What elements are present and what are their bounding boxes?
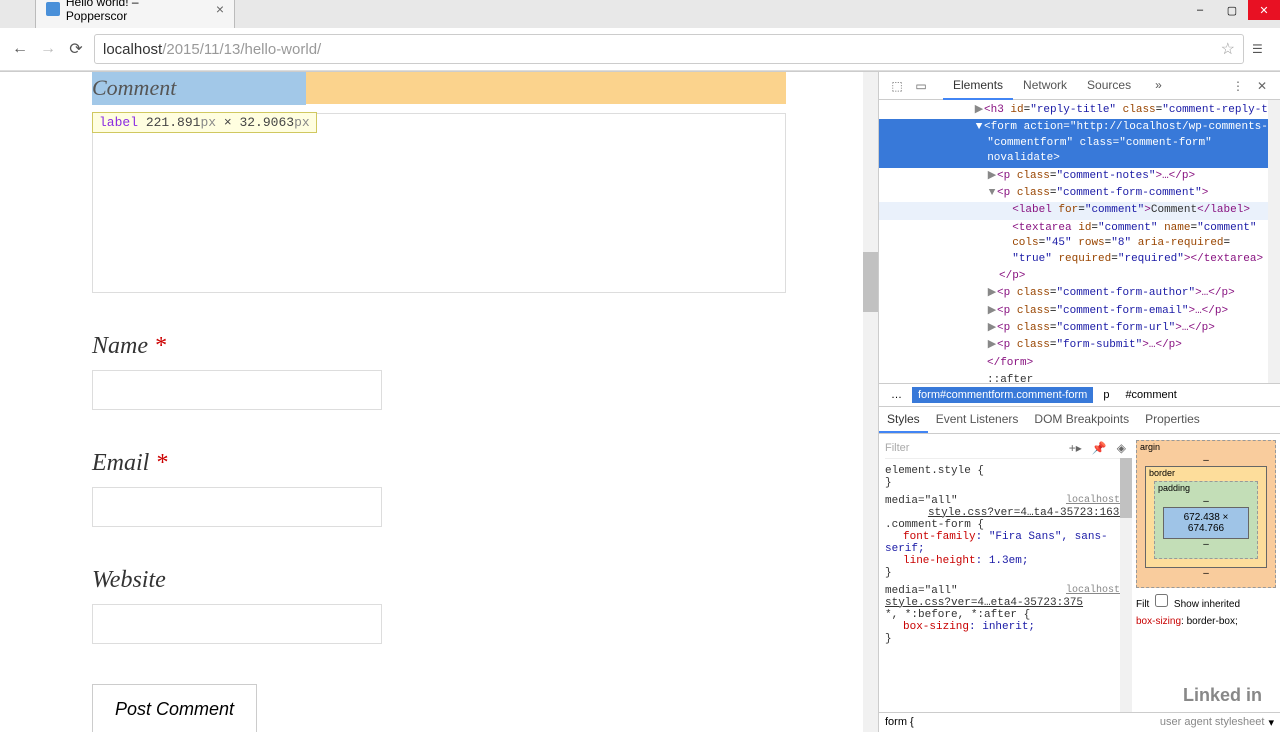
tab-dom-breakpoints[interactable]: DOM Breakpoints (1026, 407, 1137, 433)
new-style-rule-icon[interactable]: +▸ (1069, 441, 1082, 455)
breadcrumb-p[interactable]: p (1097, 387, 1115, 403)
styles-filter-input[interactable]: Filter (885, 442, 909, 454)
elements-breadcrumb: … form#commentform.comment-form p #comme… (879, 383, 1280, 406)
browser-tab[interactable]: Hello world! – Popperscor × (35, 0, 235, 28)
devtools-menu-icon[interactable]: ⋮ (1226, 74, 1250, 98)
tab-elements[interactable]: Elements (943, 72, 1013, 100)
page-viewport: Comment label 221.891px × 32.9063px Name… (0, 72, 878, 732)
reload-button[interactable]: ⟳ (66, 39, 86, 59)
comment-textarea[interactable] (92, 113, 786, 293)
website-input[interactable] (92, 604, 382, 644)
breadcrumb-selected[interactable]: form#commentform.comment-form (912, 387, 1093, 403)
email-input[interactable] (92, 487, 382, 527)
watermark: Linked in (1177, 683, 1268, 708)
breadcrumb-comment[interactable]: #comment (1119, 387, 1182, 403)
tab-close-icon[interactable]: × (216, 1, 224, 17)
window-close-button[interactable]: ✕ (1248, 0, 1280, 20)
url-path: /2015/11/13/hello-world/ (162, 41, 321, 58)
show-inherited-checkbox[interactable] (1155, 594, 1168, 607)
inspect-highlight: Comment (92, 72, 786, 104)
address-bar: ← → ⟳ localhost/2015/11/13/hello-world/ … (0, 28, 1280, 71)
website-label: Website (92, 567, 786, 594)
url-input[interactable]: localhost/2015/11/13/hello-world/ ☆ (94, 34, 1244, 64)
comment-label: Comment (92, 72, 306, 105)
post-comment-button[interactable]: Post Comment (92, 684, 257, 732)
styles-pane[interactable]: Filter +▸ 📌 ◈ element.style { } localhos… (879, 434, 1132, 713)
device-mode-icon[interactable]: ▭ (909, 74, 933, 98)
elements-scrollbar[interactable] (1268, 100, 1280, 383)
inspect-element-icon[interactable]: ⬚ (885, 74, 909, 98)
comment-form: Comment label 221.891px × 32.9063px Name… (0, 72, 878, 732)
bookmark-star-icon[interactable]: ☆ (1221, 39, 1235, 59)
window-minimize-button[interactable]: – (1184, 0, 1216, 20)
tab-network[interactable]: Network (1013, 72, 1077, 100)
tabs-overflow-icon[interactable]: » (1145, 72, 1172, 100)
hovered-node-label[interactable]: <label for="comment">Comment</label> (879, 202, 1280, 219)
box-model-pane: argin – border padding – 672.438 × 674.7… (1132, 434, 1280, 713)
inspect-tooltip: label 221.891px × 32.9063px (92, 112, 317, 133)
box-model-content: 672.438 × 674.766 (1163, 507, 1249, 539)
name-input[interactable] (92, 370, 382, 410)
page-scrollbar[interactable] (863, 72, 878, 732)
favicon-icon (46, 2, 60, 16)
forward-button[interactable]: → (38, 39, 58, 59)
browser-chrome: Hello world! – Popperscor × – ▢ ✕ ← → ⟳ … (0, 0, 1280, 72)
devtools-panel: ⬚ ▭ Elements Network Sources » ⋮ ✕ ▶<h3 … (878, 72, 1280, 732)
elements-tree[interactable]: ▶<h3 id="reply-title" class="comment-rep… (879, 100, 1280, 383)
hamburger-menu-icon[interactable]: ☰ (1252, 42, 1270, 56)
name-label: Name * (92, 333, 786, 360)
selected-node-form[interactable]: ▼<form action="http://localhost/wp-comme… (879, 119, 1280, 167)
tab-styles[interactable]: Styles (879, 407, 928, 433)
breadcrumb-overflow[interactable]: … (885, 387, 908, 403)
pin-icon[interactable]: 📌 (1092, 441, 1107, 455)
window-maximize-button[interactable]: ▢ (1216, 0, 1248, 20)
tab-properties[interactable]: Properties (1137, 407, 1208, 433)
devtools-close-icon[interactable]: ✕ (1250, 74, 1274, 98)
page-scroll-thumb[interactable] (863, 252, 878, 312)
devtools-header: ⬚ ▭ Elements Network Sources » ⋮ ✕ (879, 72, 1280, 100)
email-label: Email * (92, 450, 786, 477)
tab-title: Hello world! – Popperscor (66, 0, 202, 23)
url-host: localhost (103, 41, 162, 58)
back-button[interactable]: ← (10, 39, 30, 59)
styles-scrollbar[interactable] (1120, 458, 1132, 713)
styles-footer: form { user agent stylesheet ▾ (879, 712, 1280, 732)
toggle-state-icon[interactable]: ◈ (1117, 441, 1126, 455)
tab-bar: Hello world! – Popperscor × – ▢ ✕ (0, 0, 1280, 28)
tab-sources[interactable]: Sources (1077, 72, 1141, 100)
window-controls: – ▢ ✕ (1184, 0, 1280, 20)
tab-event-listeners[interactable]: Event Listeners (928, 407, 1027, 433)
styles-tabs: Styles Event Listeners DOM Breakpoints P… (879, 406, 1280, 434)
